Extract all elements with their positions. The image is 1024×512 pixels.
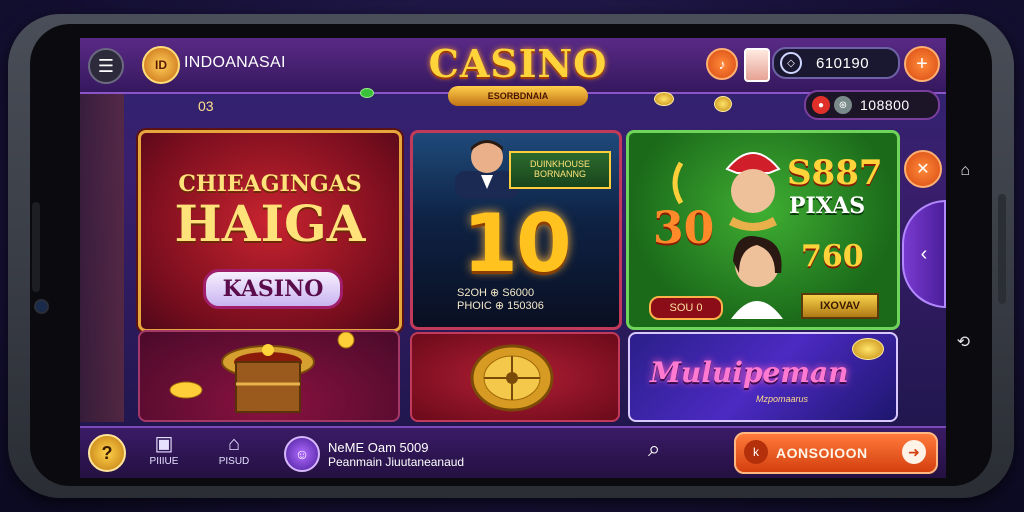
casino-subtitle: ESORBDNAIA (448, 86, 588, 106)
featured-title-1: CHIEAGINGAS (178, 171, 362, 197)
hamburger-icon: ☰ (97, 55, 115, 76)
fire-icon: ● (812, 96, 830, 114)
bonus-button[interactable]: ✕ (904, 150, 942, 188)
deposit-label: AONSOIOON (776, 445, 868, 461)
nav-item-box[interactable]: ▣ PIIIUE (144, 432, 184, 467)
help-icon: ? (101, 442, 113, 463)
live-left-number: 30 (653, 203, 715, 254)
coin-decoration (654, 92, 674, 106)
secondary-balance-value: 108800 (860, 97, 910, 113)
balance-value: 610190 (816, 54, 870, 72)
roulette-tile[interactable] (138, 330, 400, 422)
jackpot-tile[interactable]: DUINKHOUSE BORNANNG 10 S2OH ⊕ S6000 PHOI… (410, 130, 622, 330)
brand-name: INDOANASAI (184, 54, 286, 71)
promo-text: NeME Oam 5009 Peanmain Jiuutaneanaud (328, 440, 464, 470)
multiplayer-subtitle: Mzpomaarus (756, 394, 809, 404)
front-camera (34, 299, 49, 314)
wheel-tile[interactable] (410, 332, 620, 422)
support-button[interactable]: ? (88, 434, 126, 472)
live-bet-button[interactable]: SOU 0 (649, 296, 723, 320)
side-button[interactable] (998, 194, 1006, 304)
casino-logo: CASINO (428, 41, 608, 86)
arrow-right-icon: ➜ (902, 440, 926, 464)
menu-button[interactable]: ☰ (88, 48, 124, 84)
rotate-icon[interactable]: ⟲ (957, 332, 970, 352)
coin-decoration (714, 96, 732, 112)
coin-decoration (852, 338, 884, 360)
add-coins-button[interactable]: + (904, 46, 940, 82)
nav-label-box: PIIIUE (149, 456, 179, 467)
left-preview-panel (80, 92, 124, 422)
multiplayer-tile[interactable]: Muluipeman Mzpomaarus (628, 332, 898, 422)
user-icon: ☺ (294, 446, 310, 462)
live-top-number: S887 (787, 153, 883, 193)
multiplayer-title: Muluipeman (650, 356, 849, 389)
featured-game-tile[interactable]: CHIEAGINGAS HAIGA KASINO (138, 130, 402, 332)
live-label: PIXAS (789, 193, 866, 219)
fortune-wheel-icon (470, 344, 554, 412)
bottom-bar: ? ▣ PIIIUE ⌂ PISUD ☺ NeME Oam 5009 Peanm… (80, 426, 946, 478)
counter-text: 03 (198, 98, 214, 114)
live-casino-tile[interactable]: S887 PIXAS 30 760 SOU 0 IXOVAV (626, 130, 900, 330)
nav-item-home[interactable]: ⌂ PISUD (214, 432, 254, 467)
app-screen: ☰ ID INDOANASAI CASINO ♪ ◇ 610190 + ESOR… (80, 38, 946, 478)
scroll-left-button[interactable]: ‹ (902, 200, 946, 308)
plus-icon: + (916, 52, 928, 75)
promo-line-2: Peanmain Jiuutaneanaud (328, 455, 465, 469)
key-icon: k (744, 440, 768, 464)
roulette-wheel-icon (169, 332, 355, 413)
live-plate: IXOVAV (801, 293, 879, 319)
deposit-button[interactable]: k AONSOIOON ➜ (734, 432, 938, 474)
phone-speaker (32, 202, 40, 292)
home-icon[interactable]: ⌂ (960, 162, 970, 180)
chip-icon: ⊛ (834, 96, 852, 114)
jackpot-banner: DUINKHOUSE BORNANNG (509, 151, 611, 189)
close-icon: ✕ (916, 161, 930, 178)
logo-text: ID (155, 58, 167, 72)
bell-icon: ♪ (718, 56, 726, 72)
diamond-icon: ◇ (780, 52, 802, 74)
chevron-left-icon: ‹ (920, 242, 928, 265)
notification-button[interactable]: ♪ (706, 48, 738, 80)
jackpot-stats: S2OH ⊕ S6000 PHOIC ⊕ 150306 (457, 287, 544, 313)
live-right-number: 760 (801, 239, 864, 274)
secondary-balance-pill[interactable]: ● ⊛ 108800 (804, 90, 940, 120)
balance-pill[interactable]: ◇ 610190 (772, 47, 900, 79)
box-icon: ▣ (154, 433, 174, 455)
search-icon[interactable]: ⌕ (648, 436, 660, 462)
jackpot-number: 10 (462, 197, 571, 290)
profile-avatar[interactable]: ☺ (284, 436, 320, 472)
promo-line-1: NeME Oam 5009 (328, 440, 429, 455)
featured-ribbon: KASINO (203, 269, 343, 309)
house-icon: ⌂ (227, 433, 241, 455)
gem-decoration (360, 88, 374, 98)
jackpot-stat-2: PHOIC ⊕ 150306 (457, 300, 544, 312)
brand-logo: ID (142, 46, 180, 84)
nav-label-home: PISUD (218, 456, 250, 467)
jackpot-stat-1: S2OH ⊕ S6000 (457, 287, 535, 299)
featured-title-2: HAIGA (174, 194, 366, 253)
gift-icon[interactable] (744, 48, 770, 82)
